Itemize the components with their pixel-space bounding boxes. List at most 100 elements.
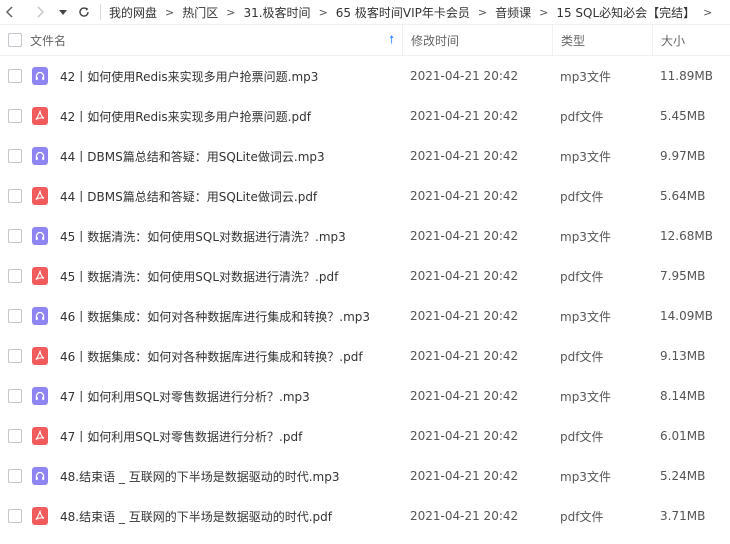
breadcrumb-separator-icon: >: [165, 5, 175, 19]
audio-file-icon: [32, 387, 48, 405]
breadcrumb: 我的网盘 > 热门区 >31.极客时间 >65 极客时间VIP年卡会员 > 音频课 >15 S…: [105, 4, 716, 21]
file-row[interactable]: 45丨数据清洗：如何使用SQL对数据进行清洗？.pdf 2021-04-21 20…: [0, 256, 730, 296]
file-name-cell[interactable]: 44丨DBMS篇总结和答疑：用SQLite做词云.pdf: [30, 176, 402, 216]
file-size: 3.71MB: [660, 509, 706, 523]
breadcrumb-item[interactable]: 15 SQL必知必会【完结】: [552, 4, 699, 21]
row-checkbox-cell: [0, 216, 30, 256]
file-name-cell[interactable]: 48.结束语 _ 互联网的下半场是数据驱动的时代.pdf: [30, 496, 402, 536]
breadcrumb-item[interactable]: 热门区: [178, 4, 222, 21]
pdf-file-icon: [32, 427, 48, 445]
column-header-type[interactable]: 类型: [552, 25, 652, 55]
chevron-right-icon: [37, 6, 45, 18]
file-row[interactable]: 46丨数据集成：如何对各种数据库进行集成和转换？.mp3 2021-04-21 2…: [0, 296, 730, 336]
row-checkbox[interactable]: [8, 69, 22, 83]
row-checkbox[interactable]: [8, 309, 22, 323]
file-name[interactable]: 45丨数据清洗：如何使用SQL对数据进行清洗？.mp3: [60, 228, 346, 245]
row-checkbox[interactable]: [8, 229, 22, 243]
file-name-cell[interactable]: 42丨如何使用Redis来实现多用户抢票问题.mp3: [30, 56, 402, 96]
row-checkbox-cell: [0, 136, 30, 176]
toolbar: 我的网盘 > 热门区 >31.极客时间 >65 极客时间VIP年卡会员 > 音频课 >15 S…: [0, 0, 730, 25]
file-name[interactable]: 46丨数据集成：如何对各种数据库进行集成和转换？.pdf: [60, 348, 363, 365]
file-name[interactable]: 48.结束语 _ 互联网的下半场是数据驱动的时代.pdf: [60, 508, 332, 525]
row-checkbox-cell: [0, 416, 30, 456]
audio-file-icon: [32, 67, 48, 85]
file-name[interactable]: 45丨数据清洗：如何使用SQL对数据进行清洗？.pdf: [60, 268, 338, 285]
column-header-modified[interactable]: 修改时间: [402, 25, 552, 55]
file-name[interactable]: 44丨DBMS篇总结和答疑：用SQLite做词云.pdf: [60, 188, 317, 205]
pdf-file-icon: [32, 507, 48, 525]
file-modified: 2021-04-21 20:42: [410, 109, 519, 123]
file-name[interactable]: 42丨如何使用Redis来实现多用户抢票问题.mp3: [60, 68, 318, 85]
back-button[interactable]: [0, 0, 20, 24]
chevron-left-icon: [5, 6, 13, 18]
file-modified: 2021-04-21 20:42: [410, 149, 519, 163]
file-name[interactable]: 48.结束语 _ 互联网的下半场是数据驱动的时代.mp3: [60, 468, 339, 485]
file-name-cell[interactable]: 47丨如何利用SQL对零售数据进行分析？.mp3: [30, 376, 402, 416]
file-row[interactable]: 48.结束语 _ 互联网的下半场是数据驱动的时代.pdf 2021-04-21 2…: [0, 496, 730, 536]
file-name[interactable]: 47丨如何利用SQL对零售数据进行分析？.mp3: [60, 388, 310, 405]
row-checkbox-cell: [0, 56, 30, 96]
file-name[interactable]: 44丨DBMS篇总结和答疑：用SQLite做词云.mp3: [60, 148, 325, 165]
breadcrumb-item[interactable]: 31.极客时间: [239, 4, 314, 21]
row-checkbox[interactable]: [8, 189, 22, 203]
pdf-file-icon: [32, 267, 48, 285]
file-size: 9.13MB: [660, 349, 706, 363]
row-checkbox[interactable]: [8, 389, 22, 403]
file-name-cell[interactable]: 47丨如何利用SQL对零售数据进行分析？.pdf: [30, 416, 402, 456]
file-row[interactable]: 48.结束语 _ 互联网的下半场是数据驱动的时代.mp3 2021-04-21 2…: [0, 456, 730, 496]
file-row[interactable]: 45丨数据清洗：如何使用SQL对数据进行清洗？.mp3 2021-04-21 20…: [0, 216, 730, 256]
file-row[interactable]: 47丨如何利用SQL对零售数据进行分析？.pdf 2021-04-21 20:42…: [0, 416, 730, 456]
row-checkbox[interactable]: [8, 349, 22, 363]
file-name-cell[interactable]: 46丨数据集成：如何对各种数据库进行集成和转换？.pdf: [30, 336, 402, 376]
column-header-modified-label: 修改时间: [411, 33, 460, 48]
row-checkbox[interactable]: [8, 109, 22, 123]
audio-file-icon: [32, 147, 48, 165]
column-header-name[interactable]: 文件名 🠕: [30, 25, 402, 55]
row-checkbox[interactable]: [8, 149, 22, 163]
breadcrumb-item[interactable]: 我的网盘: [105, 4, 161, 21]
row-checkbox[interactable]: [8, 269, 22, 283]
row-checkbox[interactable]: [8, 509, 22, 523]
file-row[interactable]: 44丨DBMS篇总结和答疑：用SQLite做词云.pdf 2021-04-21 2…: [0, 176, 730, 216]
file-name[interactable]: 47丨如何利用SQL对零售数据进行分析？.pdf: [60, 428, 302, 445]
file-name[interactable]: 42丨如何使用Redis来实现多用户抢票问题.pdf: [60, 108, 311, 125]
file-size: 5.64MB: [660, 189, 706, 203]
column-header-name-label: 文件名: [30, 33, 67, 48]
file-type: pdf文件: [560, 269, 604, 284]
file-type: mp3文件: [560, 229, 611, 244]
file-type: pdf文件: [560, 349, 604, 364]
file-name-cell[interactable]: 46丨数据集成：如何对各种数据库进行集成和转换？.mp3: [30, 296, 402, 336]
row-checkbox-cell: [0, 176, 30, 216]
select-all-cell: [0, 25, 30, 55]
file-size: 11.89MB: [660, 69, 713, 83]
file-row[interactable]: 46丨数据集成：如何对各种数据库进行集成和转换？.pdf 2021-04-21 2…: [0, 336, 730, 376]
file-modified: 2021-04-21 20:42: [410, 349, 519, 363]
file-modified: 2021-04-21 20:42: [410, 229, 519, 243]
file-name[interactable]: 46丨数据集成：如何对各种数据库进行集成和转换？.mp3: [60, 308, 370, 325]
file-name-cell[interactable]: 42丨如何使用Redis来实现多用户抢票问题.pdf: [30, 96, 402, 136]
column-header-size[interactable]: 大小: [652, 25, 730, 55]
file-name-cell[interactable]: 44丨DBMS篇总结和答疑：用SQLite做词云.mp3: [30, 136, 402, 176]
file-row[interactable]: 42丨如何使用Redis来实现多用户抢票问题.mp3 2021-04-21 20:…: [0, 56, 730, 96]
file-size: 8.14MB: [660, 389, 706, 403]
file-name-cell[interactable]: 45丨数据清洗：如何使用SQL对数据进行清洗？.pdf: [30, 256, 402, 296]
file-row[interactable]: 44丨DBMS篇总结和答疑：用SQLite做词云.mp3 2021-04-21 2…: [0, 136, 730, 176]
file-type: pdf文件: [560, 509, 604, 524]
breadcrumb-item[interactable]: 65 极客时间VIP年卡会员: [332, 4, 474, 21]
file-size: 12.68MB: [660, 229, 713, 243]
select-all-checkbox[interactable]: [8, 33, 22, 47]
row-checkbox-cell: [0, 376, 30, 416]
file-list: 42丨如何使用Redis来实现多用户抢票问题.mp3 2021-04-21 20:…: [0, 56, 730, 536]
file-modified: 2021-04-21 20:42: [410, 69, 519, 83]
row-checkbox[interactable]: [8, 469, 22, 483]
refresh-button[interactable]: [74, 0, 94, 24]
history-dropdown-button[interactable]: [56, 0, 70, 24]
breadcrumb-item[interactable]: 音频课: [491, 4, 535, 21]
row-checkbox[interactable]: [8, 429, 22, 443]
forward-button[interactable]: [30, 0, 50, 24]
file-modified: 2021-04-21 20:42: [410, 509, 519, 523]
file-name-cell[interactable]: 45丨数据清洗：如何使用SQL对数据进行清洗？.mp3: [30, 216, 402, 256]
file-row[interactable]: 42丨如何使用Redis来实现多用户抢票问题.pdf 2021-04-21 20:…: [0, 96, 730, 136]
file-row[interactable]: 47丨如何利用SQL对零售数据进行分析？.mp3 2021-04-21 20:42…: [0, 376, 730, 416]
file-name-cell[interactable]: 48.结束语 _ 互联网的下半场是数据驱动的时代.mp3: [30, 456, 402, 496]
